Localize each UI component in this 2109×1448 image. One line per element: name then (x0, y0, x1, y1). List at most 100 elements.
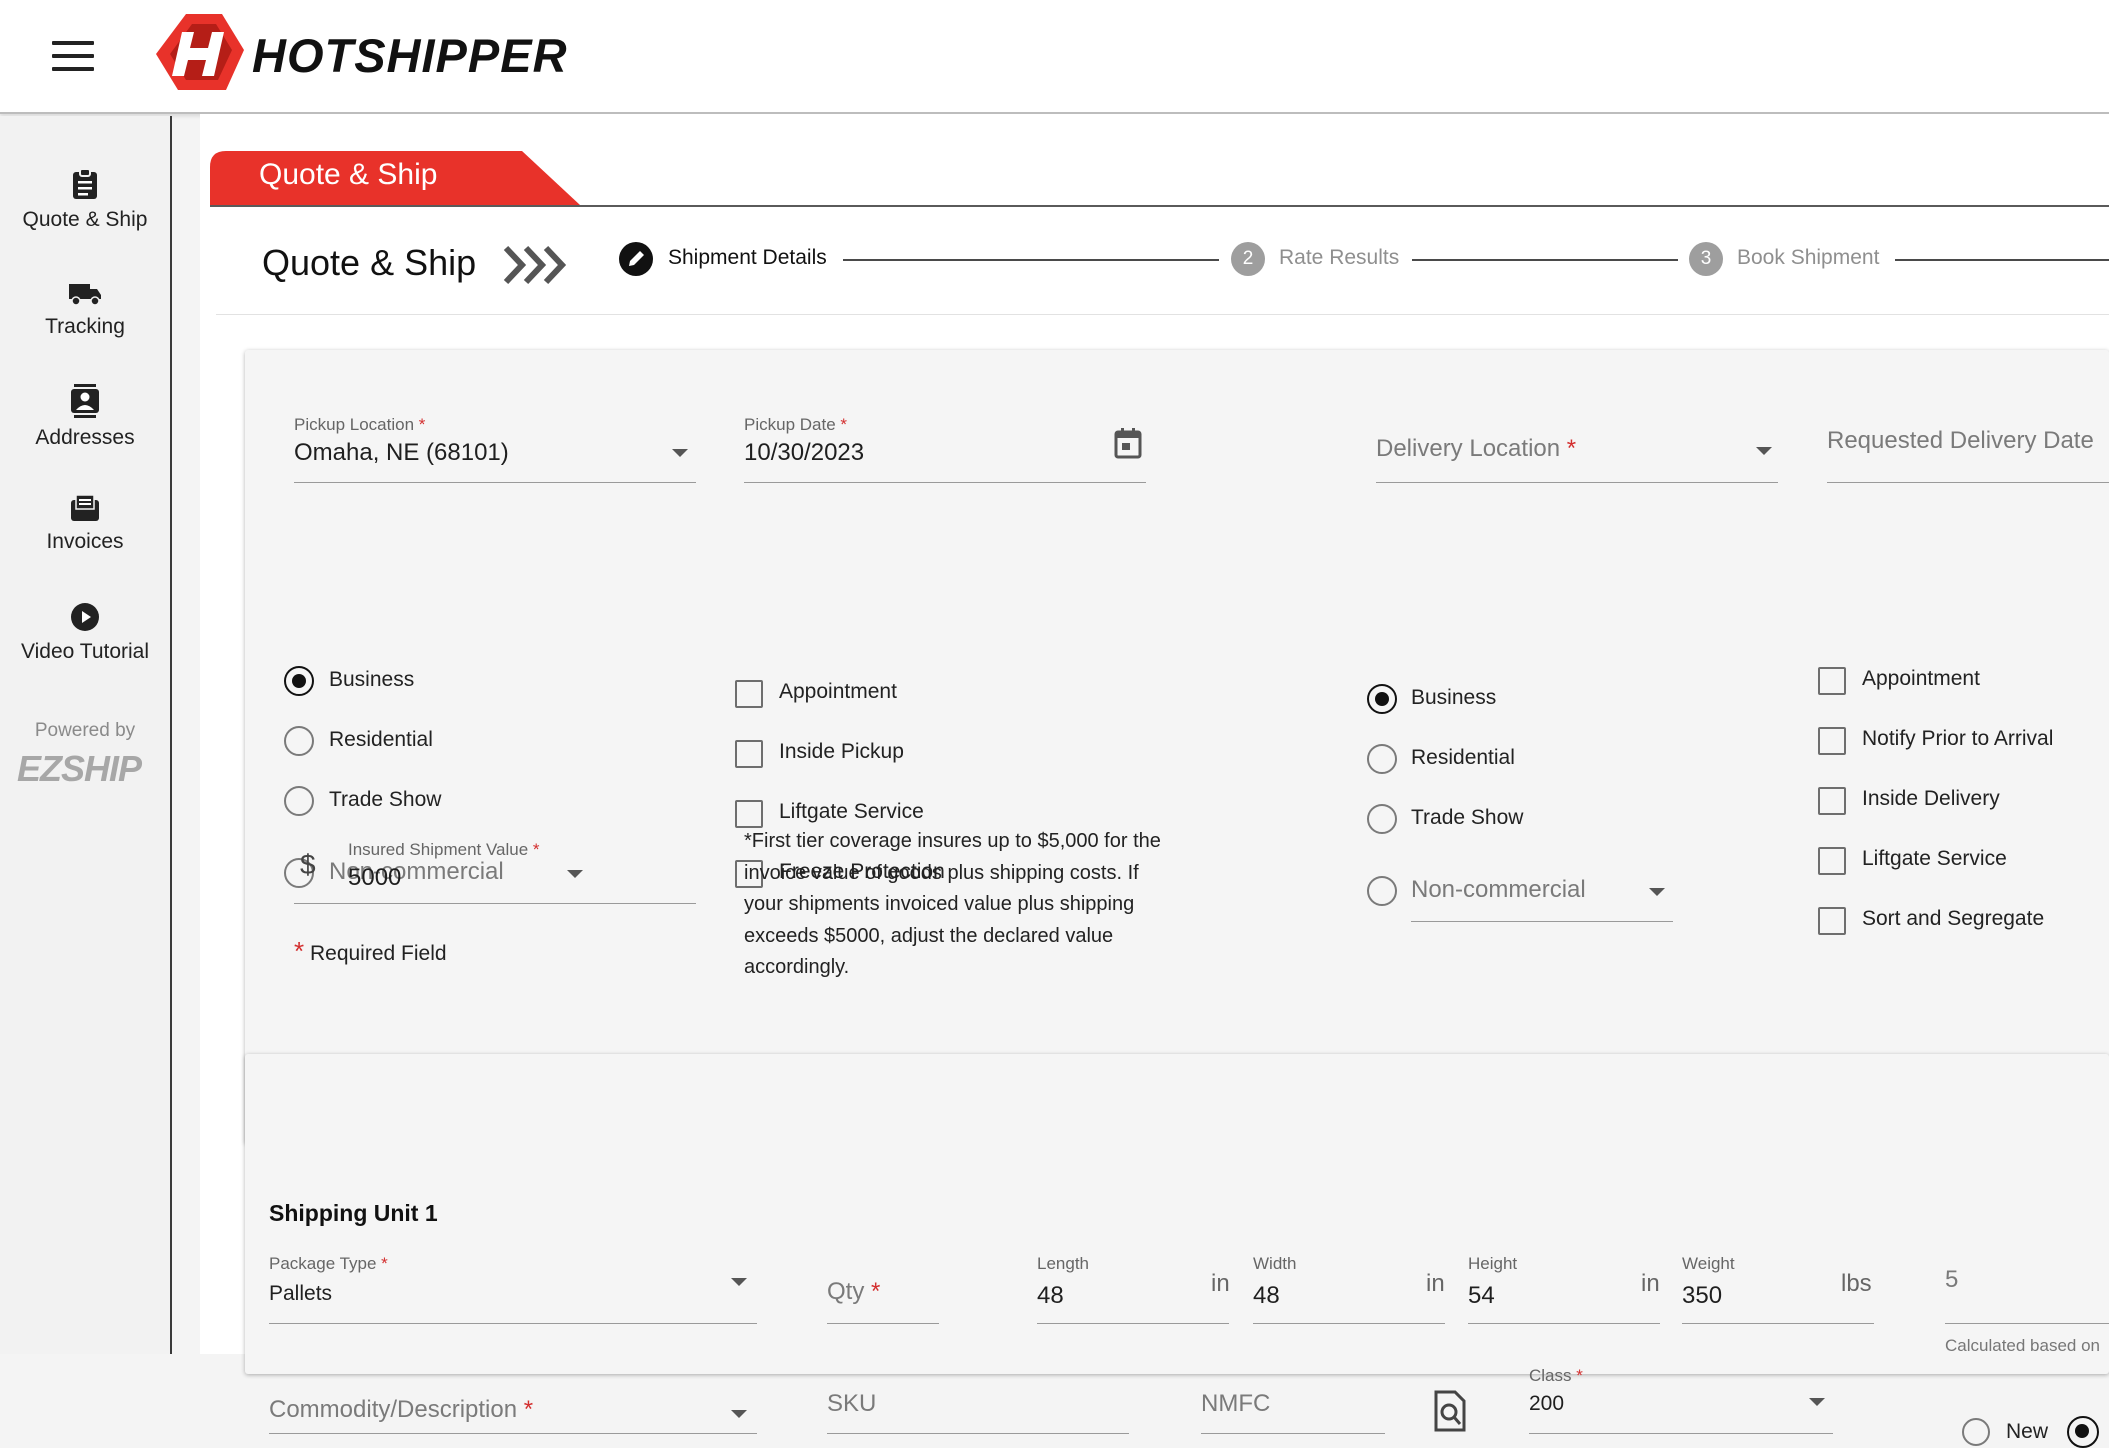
height-field[interactable]: Height 54 (1468, 1254, 1660, 1324)
step-connector (1412, 259, 1678, 261)
qty-placeholder: Qty (827, 1278, 865, 1305)
truck-icon (69, 284, 101, 306)
required-asterisk: * (871, 1278, 881, 1305)
delivery-liftgate-checkbox[interactable] (1818, 847, 1846, 875)
sidebar-item-video-tutorial[interactable]: Video Tutorial (0, 602, 170, 664)
width-value: 48 (1253, 1282, 1280, 1309)
pickup-type-trade-show-label: Trade Show (329, 788, 442, 811)
delivery-liftgate-label: Liftgate Service (1862, 847, 2007, 870)
height-label: Height (1468, 1254, 1518, 1273)
chevron-down-icon (731, 1410, 747, 1418)
height-unit: in (1641, 1270, 1660, 1297)
length-field[interactable]: Length 48 (1037, 1254, 1229, 1324)
document-search-icon[interactable] (1433, 1390, 1467, 1432)
requested-delivery-date-field[interactable]: Requested Delivery Date (1827, 415, 2109, 483)
delivery-notify-prior-checkbox[interactable] (1818, 727, 1846, 755)
pickup-date-field[interactable]: Pickup Date * 10/30/2023 (744, 415, 1146, 483)
delivery-type-non-commercial-radio[interactable] (1367, 876, 1397, 906)
weight-label: Weight (1682, 1254, 1735, 1273)
chevron-down-icon (1649, 888, 1665, 896)
delivery-type-trade-show-radio[interactable] (1367, 804, 1397, 834)
delivery-sort-segregate-checkbox[interactable] (1818, 907, 1846, 935)
step-2-number: 2 (1231, 242, 1265, 276)
location-details-card: Pickup Location * Omaha, NE (68101) Pick… (245, 350, 2109, 1144)
commodity-select[interactable]: Commodity/Description * (269, 1374, 757, 1434)
class-select[interactable]: Class * 200 (1529, 1366, 1833, 1434)
sku-field[interactable]: SKU (827, 1374, 1129, 1434)
tab-quote-ship-label: Quote & Ship (259, 158, 438, 191)
qty-field[interactable]: Qty * (827, 1254, 939, 1324)
pickup-location-select[interactable]: Pickup Location * Omaha, NE (68101) (294, 415, 696, 483)
step-connector (1895, 259, 2109, 261)
required-asterisk: * (418, 415, 426, 434)
insured-value-label: Insured Shipment Value (348, 840, 529, 859)
step-3-number: 3 (1689, 242, 1723, 276)
sidebar-item-label: Invoices (46, 530, 124, 553)
calculated-class-field: 5 (1945, 1254, 2109, 1324)
delivery-non-commercial-placeholder: Non-commercial (1411, 876, 1586, 903)
pickup-type-business-radio[interactable] (284, 666, 314, 696)
package-type-label: Package Type (269, 1254, 377, 1273)
calculated-hint: Calculated based on (1945, 1336, 2101, 1355)
step-shipment-details[interactable]: Shipment Details (668, 246, 827, 270)
sidebar-item-addresses[interactable]: Addresses (0, 384, 170, 450)
package-type-select[interactable]: Package Type * Pallets (269, 1254, 757, 1324)
width-label: Width (1253, 1254, 1297, 1273)
delivery-notify-prior-label: Notify Prior to Arrival (1862, 727, 2054, 750)
sidebar-item-invoices[interactable]: Invoices (0, 494, 170, 554)
chevron-down-icon (1809, 1398, 1825, 1406)
insured-value-field[interactable]: Insured Shipment Value * 5000 (294, 840, 696, 904)
clipboard-icon (73, 168, 97, 199)
width-field[interactable]: Width 48 (1253, 1254, 1445, 1324)
pickup-type-residential-label: Residential (329, 728, 433, 751)
delivery-location-placeholder: Delivery Location (1376, 435, 1561, 462)
hamburger-menu-icon[interactable] (52, 41, 94, 71)
top-header: HOTSHIPPER (0, 0, 2109, 114)
pickup-liftgate-checkbox[interactable] (735, 800, 763, 828)
calendar-icon[interactable] (1113, 427, 1143, 459)
powered-by-label: Powered by (34, 720, 136, 741)
delivery-type-business-radio[interactable] (1367, 684, 1397, 714)
play-icon (71, 603, 99, 631)
width-unit: in (1426, 1270, 1445, 1297)
sidebar-item-quote-ship[interactable]: Quote & Ship (0, 168, 170, 232)
hotshipper-logo-icon[interactable] (152, 10, 248, 94)
main-content: Quote & Ship Quote & Ship Shipment Detai… (200, 114, 2109, 1448)
delivery-non-commercial-select[interactable]: Non-commercial (1411, 856, 1673, 922)
sidebar-item-tracking[interactable]: Tracking (0, 281, 170, 339)
sidebar-item-label: Quote & Ship (22, 208, 148, 231)
condition-other-radio[interactable] (2067, 1416, 2099, 1448)
title-divider (216, 314, 2109, 315)
condition-new-label: New (2006, 1420, 2049, 1443)
delivery-location-select[interactable]: Delivery Location * (1376, 415, 1778, 483)
pickup-type-trade-show-radio[interactable] (284, 786, 314, 816)
pickup-type-residential-radio[interactable] (284, 726, 314, 756)
step-book-shipment[interactable]: Book Shipment (1737, 246, 1879, 270)
sidebar-item-label: Video Tutorial (20, 640, 150, 663)
pickup-type-business-label: Business (329, 668, 415, 691)
height-value: 54 (1468, 1282, 1495, 1309)
delivery-type-residential-radio[interactable] (1367, 744, 1397, 774)
tab-underline (210, 205, 2109, 207)
sidebar-item-label: Tracking (45, 315, 125, 338)
delivery-appointment-checkbox[interactable] (1818, 667, 1846, 695)
delivery-inside-delivery-checkbox[interactable] (1818, 787, 1846, 815)
class-label: Class (1529, 1366, 1572, 1385)
chevron-down-icon (1756, 447, 1772, 455)
pickup-inside-pickup-checkbox[interactable] (735, 740, 763, 768)
page-title: Quote & Ship (262, 242, 477, 283)
pickup-appointment-checkbox[interactable] (735, 680, 763, 708)
pickup-location-label: Pickup Location (294, 415, 415, 434)
delivery-sort-segregate-label: Sort and Segregate (1862, 907, 2045, 930)
nmfc-field[interactable]: NMFC (1201, 1374, 1385, 1434)
condition-new-radio[interactable] (1962, 1418, 1990, 1446)
coverage-note: *First tier coverage insures up to $5,00… (744, 830, 1161, 978)
class-value: 200 (1529, 1392, 1565, 1415)
required-asterisk: * (840, 415, 848, 434)
commodity-placeholder: Commodity/Description (269, 1396, 518, 1423)
contacts-icon (71, 384, 99, 418)
insured-value: 5000 (348, 864, 402, 891)
length-value: 48 (1037, 1282, 1064, 1309)
step-rate-results[interactable]: Rate Results (1279, 246, 1399, 270)
package-type-value: Pallets (269, 1282, 333, 1305)
